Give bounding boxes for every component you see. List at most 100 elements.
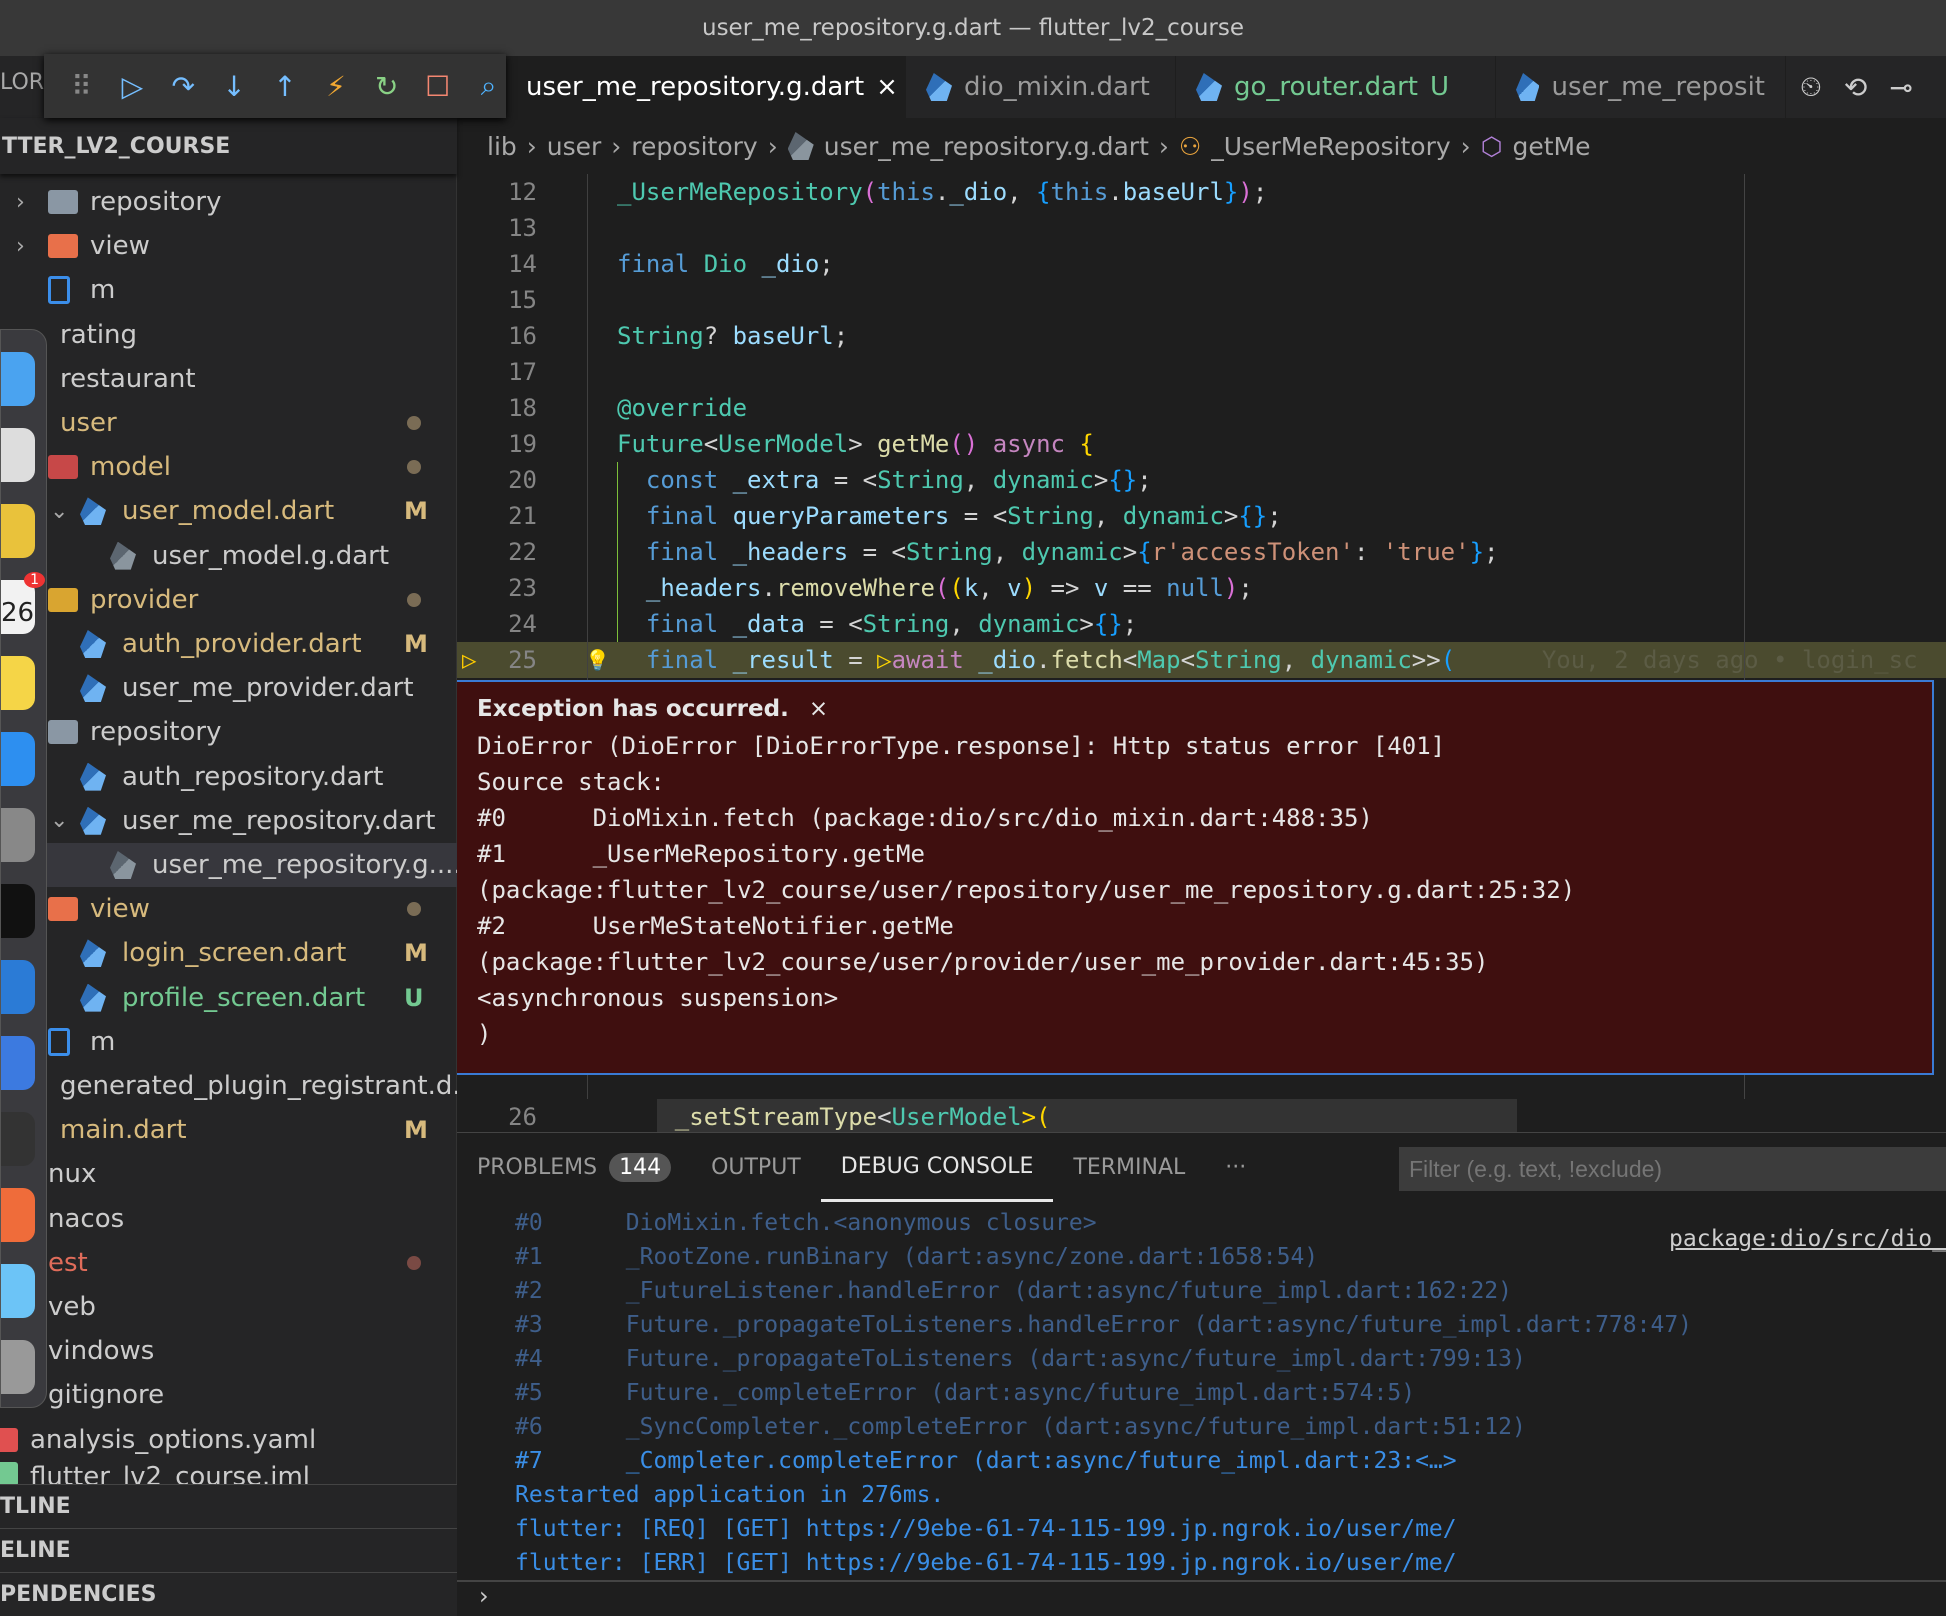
dock-vscode-icon[interactable]: [1, 960, 35, 1014]
tree-item-login-screen-dart[interactable]: login_screen.dart M: [0, 931, 457, 975]
panel-tab-debug-console[interactable]: DEBUG CONSOLE: [820, 1133, 1054, 1202]
tree-item-gitignore[interactable]: gitignore: [0, 1373, 457, 1417]
tab-user-me-reposit[interactable]: user_me_reposit: [1496, 56, 1786, 118]
tree-item-user[interactable]: user: [0, 401, 457, 445]
console-source-link[interactable]: package:dio/src/dio_: [1669, 1222, 1946, 1256]
code-token: >: [1223, 502, 1239, 530]
tree-item-user-me-repository-dart[interactable]: ⌄ user_me_repository.dart: [0, 799, 457, 843]
tree-item-label: repository: [90, 717, 222, 748]
dock-folder-icon[interactable]: [1, 1264, 35, 1318]
breadcrumb-item[interactable]: repository: [631, 132, 757, 161]
dock-finder-icon[interactable]: [1, 352, 35, 406]
dock-trash-icon[interactable]: [1, 1340, 35, 1394]
tree-item-nacos[interactable]: nacos: [0, 1197, 457, 1241]
tab-user-me-repository-g-dart[interactable]: user_me_repository.g.dart ×: [506, 56, 906, 118]
tree-item-user-model-dart[interactable]: ⌄ user_model.dart M: [0, 489, 457, 533]
dock-app-store-icon[interactable]: [1, 732, 35, 786]
tree-item-provider[interactable]: provider: [0, 578, 457, 622]
line-number: 15: [508, 286, 537, 314]
dock-launchpad-icon[interactable]: [1, 428, 35, 482]
tree-item-model[interactable]: model: [0, 445, 457, 489]
tab-status-badge: U: [1430, 72, 1450, 102]
go-back-icon[interactable]: ⟲: [1844, 71, 1867, 104]
chevron-icon[interactable]: ⌄: [50, 808, 68, 833]
tree-item-view[interactable]: view: [0, 887, 457, 931]
tree-item-nux[interactable]: nux: [0, 1152, 457, 1196]
tree-item-user-model-g-dart[interactable]: user_model.g.dart: [0, 534, 457, 578]
tree-item-analysis-options-yaml[interactable]: analysis_options.yaml: [0, 1418, 457, 1462]
console-line: flutter: [ERR] [GET] https://9ebe-61-74-…: [515, 1550, 1457, 1576]
tab-dio-mixin-dart[interactable]: dio_mixin.dart: [906, 56, 1176, 118]
step-out-icon[interactable]: ↑: [268, 70, 303, 103]
code-token: v: [1093, 574, 1109, 602]
breadcrumb-item[interactable]: user_me_repository.g.dart: [824, 132, 1149, 161]
code-line: 25 final _result = ▷await _dio.fetch<Map…: [457, 642, 1946, 678]
tab-go-router-dart[interactable]: go_router.dart U: [1176, 56, 1496, 118]
console-line: #3 Future._propagateToListeners.handleEr…: [515, 1312, 1693, 1338]
tree-item-auth-repository-dart[interactable]: auth_repository.dart: [0, 755, 457, 799]
drag-handle-icon[interactable]: ⠿: [64, 70, 99, 103]
section-tline[interactable]: TLINE: [0, 1484, 457, 1528]
panel-tab--[interactable]: ···: [1205, 1133, 1266, 1202]
dock-terminal-icon[interactable]: [1, 884, 35, 938]
tree-item-profile-screen-dart[interactable]: profile_screen.dart U: [0, 976, 457, 1020]
tree-item-generated-plugin-registrant-d-[interactable]: generated_plugin_registrant.d...: [0, 1064, 457, 1108]
dock-chrome-icon[interactable]: [1, 504, 35, 558]
chevron-icon[interactable]: ›: [16, 190, 25, 215]
breadcrumb-item[interactable]: user: [547, 132, 602, 161]
dock-notes-icon[interactable]: [1, 656, 35, 710]
restart-icon[interactable]: ↻: [369, 70, 404, 103]
chevron-icon[interactable]: ›: [16, 234, 25, 259]
tree-item-main-dart[interactable]: main.dart M: [0, 1108, 457, 1152]
tree-item-view[interactable]: › view: [0, 224, 457, 268]
section-eline[interactable]: ELINE: [0, 1528, 457, 1572]
code-token: ,: [949, 610, 979, 638]
breakpoint-arrow-icon[interactable]: ▷: [462, 642, 476, 678]
panel-tab-problems[interactable]: PROBLEMS 144: [457, 1133, 691, 1202]
tree-item-repository[interactable]: repository: [0, 710, 457, 754]
lightbulb-icon[interactable]: 💡: [585, 642, 610, 678]
dock-postman-icon[interactable]: [1, 1188, 35, 1242]
tree-item-rating[interactable]: rating: [0, 313, 457, 357]
project-header[interactable]: TTER_LV2_COURSE: [0, 118, 457, 174]
tree-item-m[interactable]: m: [0, 1020, 457, 1064]
step-into-icon[interactable]: ↓: [217, 70, 252, 103]
step-over-icon[interactable]: ↷: [166, 70, 201, 103]
devtools-icon[interactable]: ⌕: [471, 69, 506, 103]
stop-icon[interactable]: ☐: [420, 70, 455, 103]
code-token: You, 2 days ago • login_sc: [1455, 646, 1918, 674]
panel-tab-terminal[interactable]: TERMINAL: [1053, 1133, 1205, 1202]
breadcrumb-item[interactable]: lib: [487, 132, 517, 161]
tree-item-user-me-provider-dart[interactable]: user_me_provider.dart: [0, 666, 457, 710]
dock-keychain-icon[interactable]: [1, 1112, 35, 1166]
breadcrumb-item[interactable]: getMe: [1513, 132, 1591, 161]
close-icon[interactable]: ×: [809, 696, 828, 722]
tree-item-est[interactable]: est: [0, 1241, 457, 1285]
tree-item-restaurant[interactable]: restaurant: [0, 357, 457, 401]
panel-tab-output[interactable]: OUTPUT: [691, 1133, 821, 1202]
code-token: _result: [732, 646, 834, 674]
hot-reload-icon[interactable]: ⚡: [318, 70, 353, 103]
tree-item-repository[interactable]: › repository: [0, 180, 457, 224]
code-line: 18 @override: [457, 390, 1946, 426]
code-line: 17: [457, 354, 1946, 390]
history-icon[interactable]: ⏲: [1800, 70, 1822, 104]
tree-item-auth-provider-dart[interactable]: auth_provider.dart M: [0, 622, 457, 666]
tree-item-veb[interactable]: veb: [0, 1285, 457, 1329]
close-icon[interactable]: ×: [876, 72, 898, 102]
dock-system-settings-icon[interactable]: [1, 808, 35, 862]
tree-item-user-me-repository-g-[interactable]: user_me_repository.g....: [0, 843, 457, 887]
go-forward-icon[interactable]: ⊸: [1889, 71, 1912, 104]
code-token: = <: [949, 502, 1008, 530]
breadcrumb-item[interactable]: _UserMeRepository: [1211, 132, 1450, 161]
code-token: ;: [819, 250, 834, 278]
tree-item-vindows[interactable]: vindows: [0, 1329, 457, 1373]
tree-item-m[interactable]: m: [0, 268, 457, 312]
dock-calendar-icon[interactable]: 1 26: [1, 572, 45, 634]
dock-xcode-icon[interactable]: [1, 1036, 35, 1090]
continue-icon[interactable]: ▷: [115, 70, 150, 103]
section-pendencies[interactable]: PENDENCIES: [0, 1572, 457, 1616]
console-filter-input[interactable]: [1399, 1147, 1946, 1191]
console-input[interactable]: ›: [457, 1580, 1946, 1612]
chevron-icon[interactable]: ⌄: [50, 499, 68, 524]
